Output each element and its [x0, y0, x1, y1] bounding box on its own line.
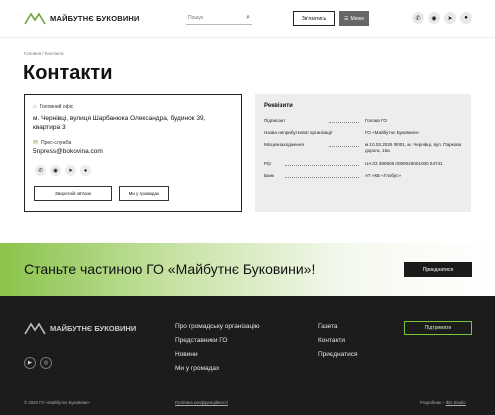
logo-mountains-icon	[24, 322, 46, 335]
menu-button[interactable]: ☰ Меню	[339, 11, 369, 26]
requisite-key: Місцезнаходження	[264, 142, 304, 147]
whatsapp-icon[interactable]: ●	[460, 12, 472, 24]
viber-icon[interactable]: ◉	[428, 12, 440, 24]
footer-link-join[interactable]: Приєднатися	[318, 351, 357, 358]
footer-link-news[interactable]: Новини	[175, 351, 198, 358]
instagram-icon[interactable]: ◎	[40, 357, 52, 369]
office-label: Головний офіс	[39, 104, 74, 110]
requisite-value: м.10.03.2026 Ф001, м. Чернівці, вул. Пар…	[365, 142, 462, 153]
telegram-icon[interactable]: ➤	[65, 165, 76, 176]
whatsapp-icon[interactable]: ●	[80, 165, 91, 176]
copyright: © 2026 ГО «Майбутнє Буковини»	[24, 400, 90, 405]
privacy-link[interactable]: Політика конфіденційності	[175, 400, 228, 405]
menu-icon: ☰	[344, 15, 349, 22]
developer-credit: Розробник – Ibis Studio	[420, 400, 466, 405]
requisite-key: Назва неприбуткової організації	[264, 130, 333, 135]
requisite-dots	[329, 119, 359, 123]
requisite-value: UA 03 380506 0000026001000 54741	[365, 161, 443, 166]
requisite-key: Р/р	[264, 161, 271, 166]
developer-label: Розробник –	[420, 400, 445, 405]
footer-link-communities[interactable]: Ми у громадах	[175, 365, 219, 372]
logo[interactable]: МАЙБУТНЄ БУКОВИНИ	[24, 11, 140, 25]
office-address: м. Чернівці, вулиця Шарбанюка Олександра…	[33, 115, 206, 131]
join-button[interactable]: Приєднатися	[404, 262, 472, 277]
requisite-value: Голова ГО	[365, 118, 387, 123]
footer-link-representatives[interactable]: Представники ГО	[175, 337, 228, 344]
contacts-card: ⌂ Головний офіс м. Чернівці, вулиця Шарб…	[24, 94, 242, 212]
support-button[interactable]: Підтримати	[404, 321, 472, 335]
phone-icon[interactable]: ✆	[35, 165, 46, 176]
requisite-dots	[285, 174, 359, 178]
page-title: Контакти	[23, 62, 113, 84]
feedback-button[interactable]: Зворотній зв'язок	[34, 186, 112, 201]
in-community-button[interactable]: Ми у громадах	[119, 186, 169, 201]
logo-text: МАЙБУТНЄ БУКОВИНИ	[50, 13, 140, 23]
search-placeholder: Пошук	[188, 15, 204, 21]
requisites-card: Реквізити Підписант Голова ГО Назва непр…	[255, 94, 471, 212]
footer-logo[interactable]: МАЙБУТНЄ БУКОВИНИ	[24, 321, 136, 335]
requisite-key: Банк	[264, 173, 275, 178]
developer-link[interactable]: Ibis Studio	[446, 400, 466, 405]
office-label-row: ⌂ Головний офіс	[33, 104, 73, 110]
viber-icon[interactable]: ◉	[50, 165, 61, 176]
requisites-title: Реквізити	[264, 103, 293, 109]
join-banner-text: Станьте частиною ГО «Майбутнє Буковини»!	[24, 261, 316, 277]
press-label: Прес-служба	[41, 139, 72, 146]
press-label-row: ✉ Прес-служба	[33, 139, 72, 147]
telegram-icon[interactable]: ➤	[444, 12, 456, 24]
home-icon: ⌂	[33, 104, 37, 110]
requisite-key: Підписант	[264, 118, 286, 123]
site-footer: МАЙБУТНЄ БУКОВИНИ ▶ ◎ Про громадську орг…	[0, 296, 495, 415]
requisite-dots	[285, 162, 359, 166]
footer-logo-text: МАЙБУТНЄ БУКОВИНИ	[50, 323, 137, 333]
footer-link-newspaper[interactable]: Газета	[318, 323, 338, 330]
requisite-value: АТ «КБ «Глобус»	[365, 173, 402, 178]
contact-button[interactable]: Зв'язатись	[293, 11, 335, 26]
requisite-dots	[329, 143, 359, 147]
search-icon[interactable]: ⌕	[246, 14, 250, 22]
menu-label: Меню	[350, 15, 364, 22]
youtube-icon[interactable]: ▶	[24, 357, 36, 369]
footer-link-contacts[interactable]: Контакти	[318, 337, 345, 344]
phone-icon[interactable]: ✆	[412, 12, 424, 24]
mail-icon: ✉	[33, 140, 39, 146]
logo-mountains-icon	[24, 12, 46, 25]
requisite-value: ГО «Майбутнє Буковини»	[365, 130, 420, 135]
site-header: МАЙБУТНЄ БУКОВИНИ Пошук ⌕ Зв'язатись ☰ М…	[0, 0, 495, 38]
footer-link-about[interactable]: Про громадську організацію	[175, 323, 260, 330]
press-email[interactable]: 5npress@bokovina.com	[33, 148, 103, 155]
join-banner: Станьте частиною ГО «Майбутнє Буковини»!…	[0, 243, 495, 296]
search-input[interactable]: Пошук ⌕	[186, 13, 252, 25]
breadcrumb[interactable]: Головна / Контакти	[24, 51, 64, 56]
